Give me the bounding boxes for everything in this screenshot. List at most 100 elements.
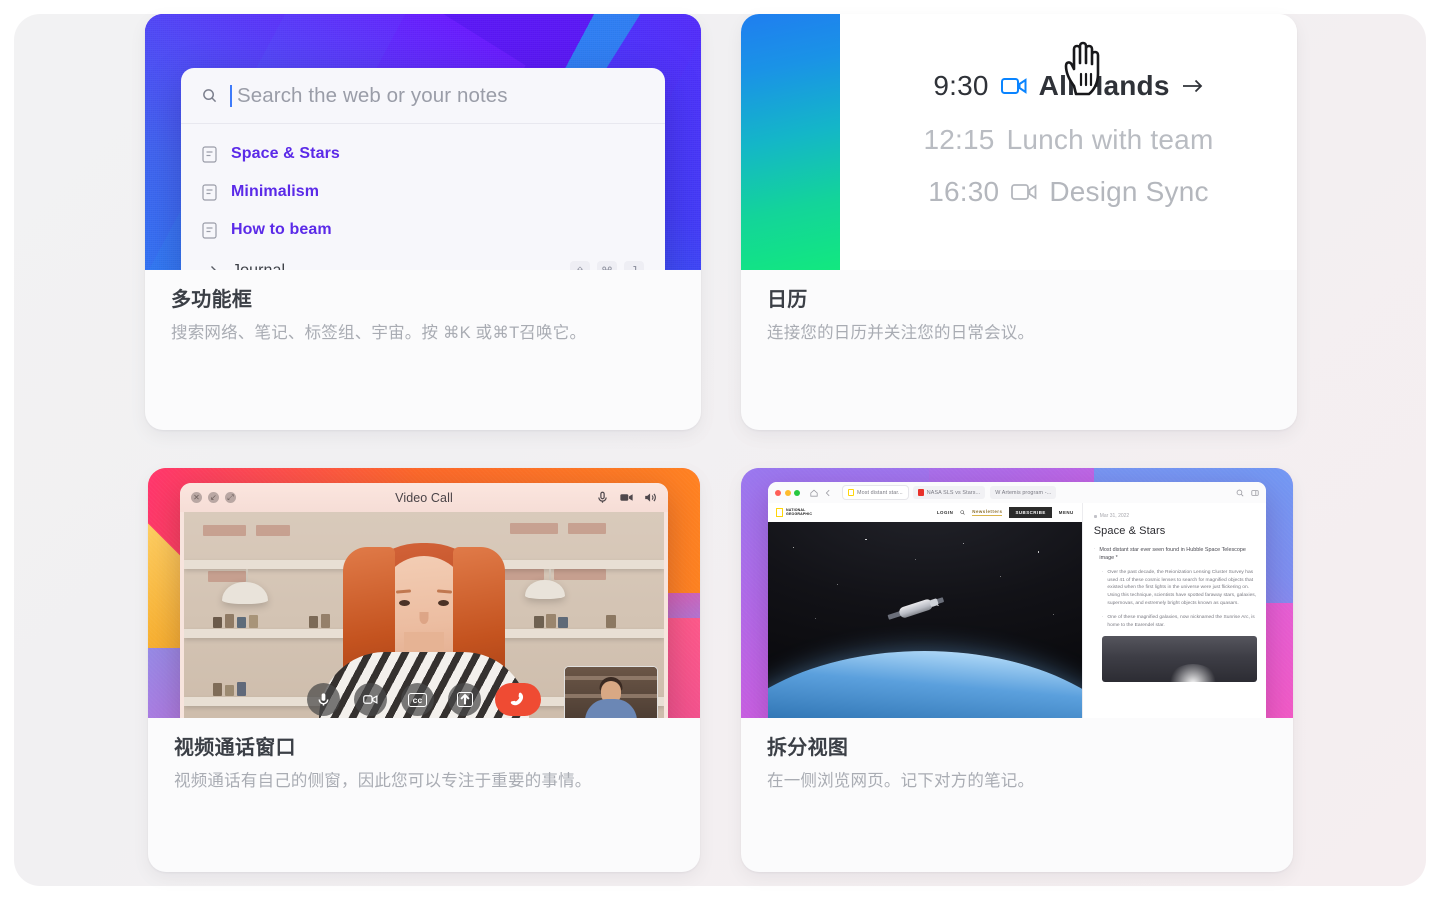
close-icon[interactable] xyxy=(775,489,781,496)
video-call-controls[interactable]: cc xyxy=(307,683,541,716)
omnibox-preview: Search the web or your notes Space & Sta… xyxy=(145,14,701,270)
nav-login[interactable]: LOGIN xyxy=(937,510,953,515)
note-sub-bullet-text: One of these magnified galaxies, now nic… xyxy=(1107,614,1255,628)
search-icon[interactable] xyxy=(960,510,965,515)
nav-menu[interactable]: MENU xyxy=(1059,510,1074,515)
national-geographic-logo: NATIONAL GEOGRAPHIC xyxy=(776,508,812,517)
camera-button[interactable] xyxy=(354,683,387,716)
mute-button[interactable] xyxy=(307,683,340,716)
hang-up-button[interactable] xyxy=(495,683,541,716)
event-time: 12:15 xyxy=(923,124,995,155)
omnibox-result-row[interactable]: How to beam xyxy=(181,211,665,249)
browser-tab[interactable]: W Artemis program -... xyxy=(990,486,1057,499)
share-button[interactable] xyxy=(448,683,481,716)
event-name: Lunch with team xyxy=(1006,124,1214,155)
omnibox-panel[interactable]: Search the web or your notes Space & Sta… xyxy=(181,68,665,270)
omnibox-result-label: How to beam xyxy=(231,221,332,238)
note-bullet: · Most distant star ever seen found in H… xyxy=(1094,546,1257,563)
omnibox-results-list: Space & Stars Minimalism How to beam xyxy=(181,124,665,270)
card-split-view[interactable]: Most distant star... NASA SLS vs Stars..… xyxy=(741,468,1293,872)
maximize-icon[interactable] xyxy=(794,489,800,496)
upload-icon xyxy=(456,692,473,707)
card-video-call[interactable]: ✕ ↙ ⤢ Video Call cc 视频通话窗口 视频通话有自己的侧窗，因此… xyxy=(148,468,700,872)
note-sub-bullet: · Over the past decade, the Reionization… xyxy=(1102,569,1257,608)
note-sub-bullet: · One of these magnified galaxies, now n… xyxy=(1102,614,1257,630)
video-camera-icon xyxy=(1011,184,1037,200)
home-icon[interactable] xyxy=(810,489,818,497)
notes-pane[interactable]: Mar 31, 2022 Space & Stars · Most distan… xyxy=(1081,503,1266,718)
omnibox-action-row[interactable]: Journal ⇧ ⌘ J xyxy=(181,252,665,270)
video-window-title: Video Call xyxy=(395,490,453,505)
split-view-icon[interactable] xyxy=(1251,489,1259,497)
chevron-left-icon[interactable] xyxy=(824,489,832,497)
card-title: 拆分视图 xyxy=(767,737,849,759)
nav-newsletters[interactable]: Newsletters xyxy=(972,509,1003,516)
calendar-event-row[interactable]: 12:15 Lunch with team xyxy=(840,124,1297,156)
browser-nav-buttons[interactable] xyxy=(810,489,832,497)
event-time: 9:30 xyxy=(933,70,989,101)
nav-subscribe[interactable]: SUBSCRIBE xyxy=(1009,507,1052,518)
omnibox-result-label: Minimalism xyxy=(231,183,320,200)
card-omnibox[interactable]: Search the web or your notes Space & Sta… xyxy=(145,14,701,430)
logo-line-2: GEOGRAPHIC xyxy=(786,511,813,516)
phone-down-icon xyxy=(510,692,524,705)
site-nav[interactable]: LOGIN Newsletters SUBSCRIBE MENU xyxy=(937,507,1074,518)
search-icon xyxy=(203,89,217,103)
browser-tab-label: Most distant star... xyxy=(857,489,903,496)
omnibox-card-body: 多功能框 搜索网络、笔记、标签组、宇宙。按 ⌘K 或⌘T召唤它。 xyxy=(145,270,701,367)
favicon xyxy=(917,489,924,496)
note-date-row: Mar 31, 2022 xyxy=(1093,513,1257,519)
bullet-marker: · xyxy=(1101,613,1104,620)
event-name: All Hands xyxy=(1038,70,1170,101)
window-traffic-lights[interactable] xyxy=(775,489,800,496)
omnibox-search-row[interactable]: Search the web or your notes xyxy=(181,68,665,124)
bullet-marker: · xyxy=(1093,546,1096,552)
card-title: 视频通话窗口 xyxy=(174,737,296,759)
logo-rect-icon xyxy=(776,508,783,517)
key-letter: J xyxy=(624,261,644,270)
browser-tab-strip[interactable]: Most distant star... NASA SLS vs Stars..… xyxy=(843,486,1057,499)
video-stage: cc xyxy=(184,512,664,718)
calendar-preview: 9:30 All Hands 12:15 Lunch with team 16:… xyxy=(741,14,1297,270)
browser-tab[interactable]: Most distant star... xyxy=(843,486,908,499)
calendar-event-row[interactable]: 16:30 Design Sync xyxy=(840,176,1297,208)
card-description: 搜索网络、笔记、标签组、宇宙。按 ⌘K 或⌘T召唤它。 xyxy=(171,324,587,342)
calendar-dot-icon xyxy=(1093,514,1097,518)
omnibox-result-row[interactable]: Space & Stars xyxy=(181,135,665,173)
self-view-thumbnail[interactable] xyxy=(564,666,658,718)
browser-toolbar-actions[interactable] xyxy=(1236,489,1259,497)
video-call-preview: ✕ ↙ ⤢ Video Call cc xyxy=(148,468,700,718)
video-call-window[interactable]: ✕ ↙ ⤢ Video Call cc xyxy=(180,483,668,718)
split-panes: NATIONAL GEOGRAPHIC LOGIN Newsletters SU… xyxy=(768,503,1266,718)
card-title: 多功能框 xyxy=(171,289,253,311)
note-icon xyxy=(202,221,217,239)
minimize-icon[interactable] xyxy=(784,489,791,496)
omnibox-shortcut: ⇧ ⌘ J xyxy=(570,261,644,270)
browser-tab[interactable]: NASA SLS vs Stars... xyxy=(912,486,986,499)
calendar-gradient-strip xyxy=(741,14,840,270)
card-description: 连接您的日历并关注您的日常会议。 xyxy=(767,324,1035,342)
feature-card-grid: Search the web or your notes Space & Sta… xyxy=(145,14,1297,872)
browser-window[interactable]: Most distant star... NASA SLS vs Stars..… xyxy=(768,482,1266,718)
search-icon[interactable] xyxy=(1236,489,1244,497)
calendar-event-list: 9:30 All Hands 12:15 Lunch with team 16:… xyxy=(840,14,1297,270)
arrow-right-icon xyxy=(211,266,216,270)
omnibox-result-row[interactable]: Minimalism xyxy=(181,173,665,211)
hero-image-space xyxy=(768,522,1082,718)
event-name: Design Sync xyxy=(1049,176,1209,207)
page-root: Search the web or your notes Space & Sta… xyxy=(0,0,1440,900)
video-window-titlebar: ✕ ↙ ⤢ Video Call xyxy=(180,483,668,512)
captions-button[interactable]: cc xyxy=(401,683,434,716)
event-time: 16:30 xyxy=(928,176,1000,207)
note-icon xyxy=(202,183,217,201)
omnibox-result-label: Space & Stars xyxy=(231,145,340,162)
web-pane[interactable]: NATIONAL GEOGRAPHIC LOGIN Newsletters SU… xyxy=(768,503,1082,718)
video-camera-icon xyxy=(363,695,378,704)
site-header: NATIONAL GEOGRAPHIC LOGIN Newsletters SU… xyxy=(768,503,1082,522)
calendar-event-row[interactable]: 9:30 All Hands xyxy=(840,70,1297,102)
card-calendar[interactable]: 9:30 All Hands 12:15 Lunch with team 16:… xyxy=(741,14,1297,430)
calendar-card-body: 日历 连接您的日历并关注您的日常会议。 xyxy=(741,270,1297,367)
search-input[interactable]: Search the web or your notes xyxy=(237,84,508,108)
note-embedded-image xyxy=(1101,635,1257,682)
split-view-preview: Most distant star... NASA SLS vs Stars..… xyxy=(741,468,1293,718)
